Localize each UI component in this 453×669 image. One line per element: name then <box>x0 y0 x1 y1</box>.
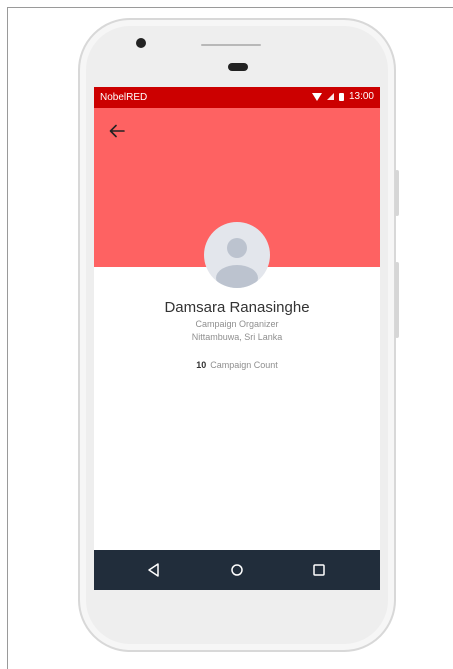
profile-name: Damsara Ranasinghe <box>164 299 310 316</box>
battery-icon <box>338 92 344 101</box>
person-icon <box>216 238 258 288</box>
status-time: 13:00 <box>348 91 374 102</box>
campaign-count-label: Campaign Count <box>210 360 278 370</box>
volume-button <box>395 262 399 338</box>
status-icons: 13:00 <box>311 91 374 102</box>
recents-square-icon[interactable] <box>309 560 329 580</box>
campaign-count-value: 10 <box>196 360 207 370</box>
earpiece <box>228 63 248 71</box>
app-screen: NobelRED 13:00 Damsara Ranasinghe Campai… <box>94 87 380 590</box>
home-circle-icon[interactable] <box>227 560 247 580</box>
profile-location: Nittambuwa, Sri Lanka <box>191 332 283 342</box>
status-bar: NobelRED 13:00 <box>94 87 380 108</box>
wifi-icon <box>311 92 322 101</box>
signal-icon <box>326 93 334 100</box>
front-camera <box>136 38 146 48</box>
back-triangle-icon[interactable] <box>144 560 164 580</box>
android-nav-bar <box>94 550 380 590</box>
carrier-name: NobelRED <box>100 92 148 103</box>
back-arrow-icon[interactable] <box>109 124 125 138</box>
power-button <box>395 170 399 216</box>
profile-role: Campaign Organizer <box>195 319 279 329</box>
campaign-count-row: 10 Campaign Count <box>94 360 380 370</box>
top-speaker-grille <box>201 44 261 46</box>
avatar <box>204 222 270 288</box>
